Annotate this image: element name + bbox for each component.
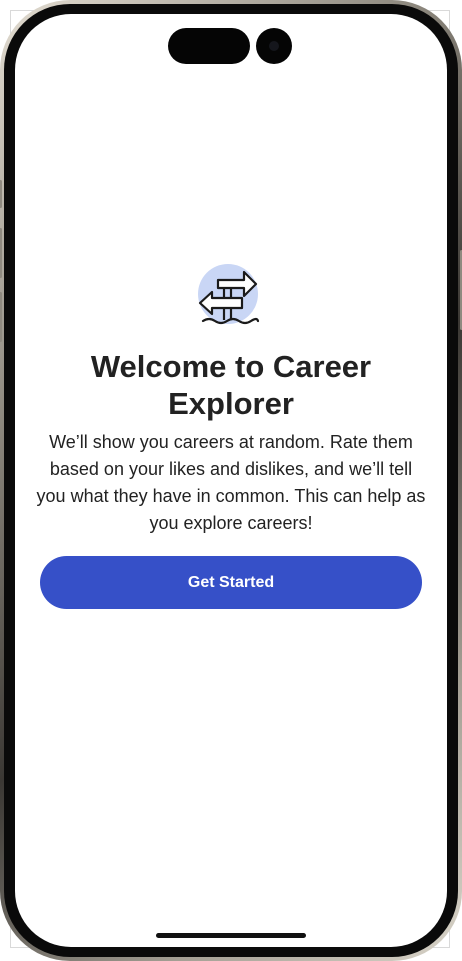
volume-up-button [0,228,2,278]
page-title: Welcome to Career Explorer [90,349,372,421]
get-started-button[interactable]: Get Started [40,556,422,609]
volume-down-button [0,292,2,342]
signpost-icon [198,264,260,325]
phone-frame: Welcome to Career Explorer We’ll show yo… [0,0,462,961]
app-screen: Welcome to Career Explorer We’ll show yo… [15,14,447,947]
dynamic-island [168,28,250,64]
signpost-icon-circle [198,264,258,324]
action-button [0,180,2,208]
home-indicator[interactable] [156,933,306,938]
front-camera [256,28,292,64]
intro-description: We’ll show you careers at random. Rate t… [36,432,426,533]
